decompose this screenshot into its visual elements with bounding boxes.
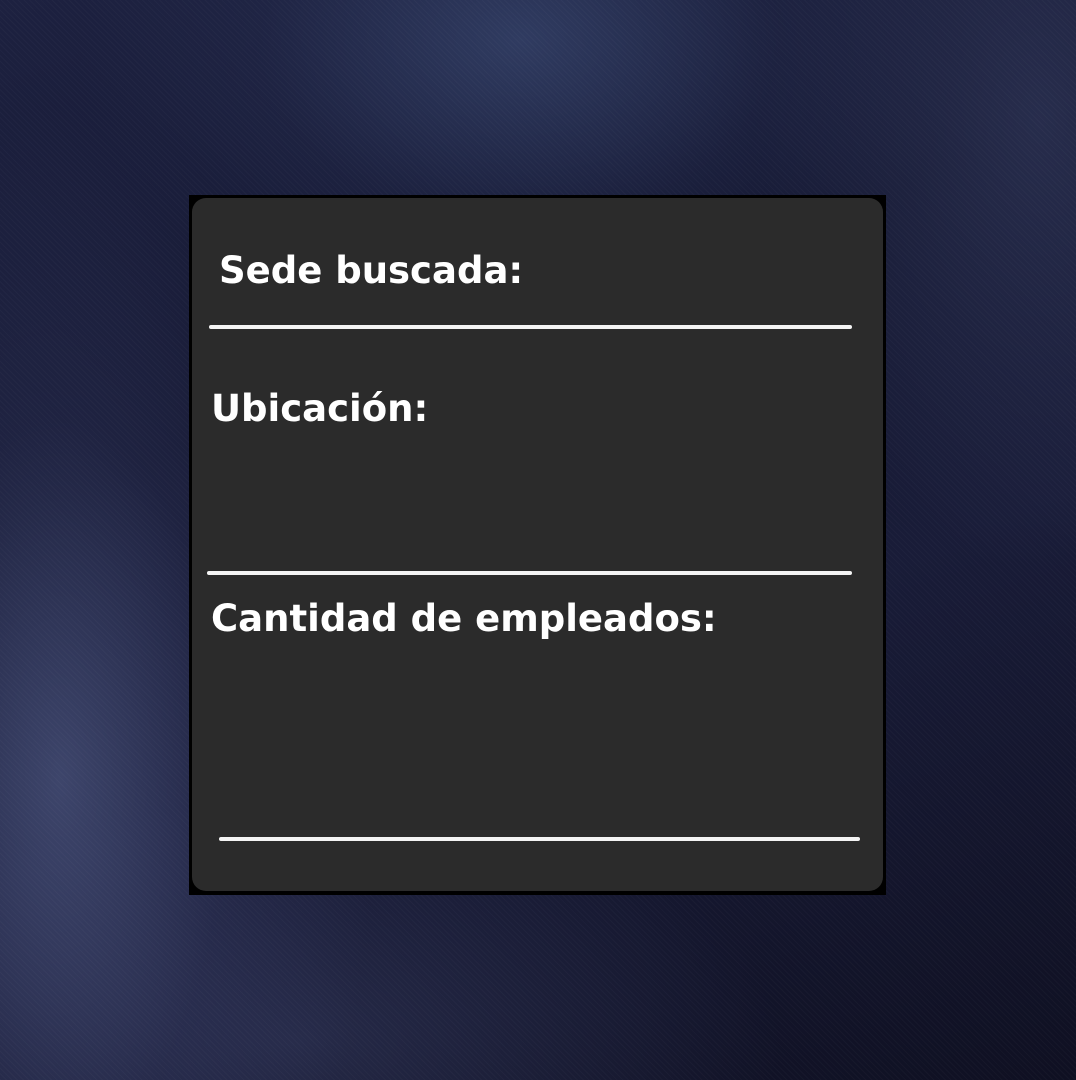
ubicacion-underline (207, 571, 852, 575)
empleados-label: Cantidad de empleados: (211, 597, 717, 640)
search-result-panel: Sede buscada: Ubicación: Cantidad de emp… (192, 198, 883, 891)
ubicacion-label: Ubicación: (211, 387, 429, 430)
sede-underline (209, 325, 852, 329)
empleados-underline (219, 837, 860, 841)
sede-label: Sede buscada: (219, 249, 524, 292)
